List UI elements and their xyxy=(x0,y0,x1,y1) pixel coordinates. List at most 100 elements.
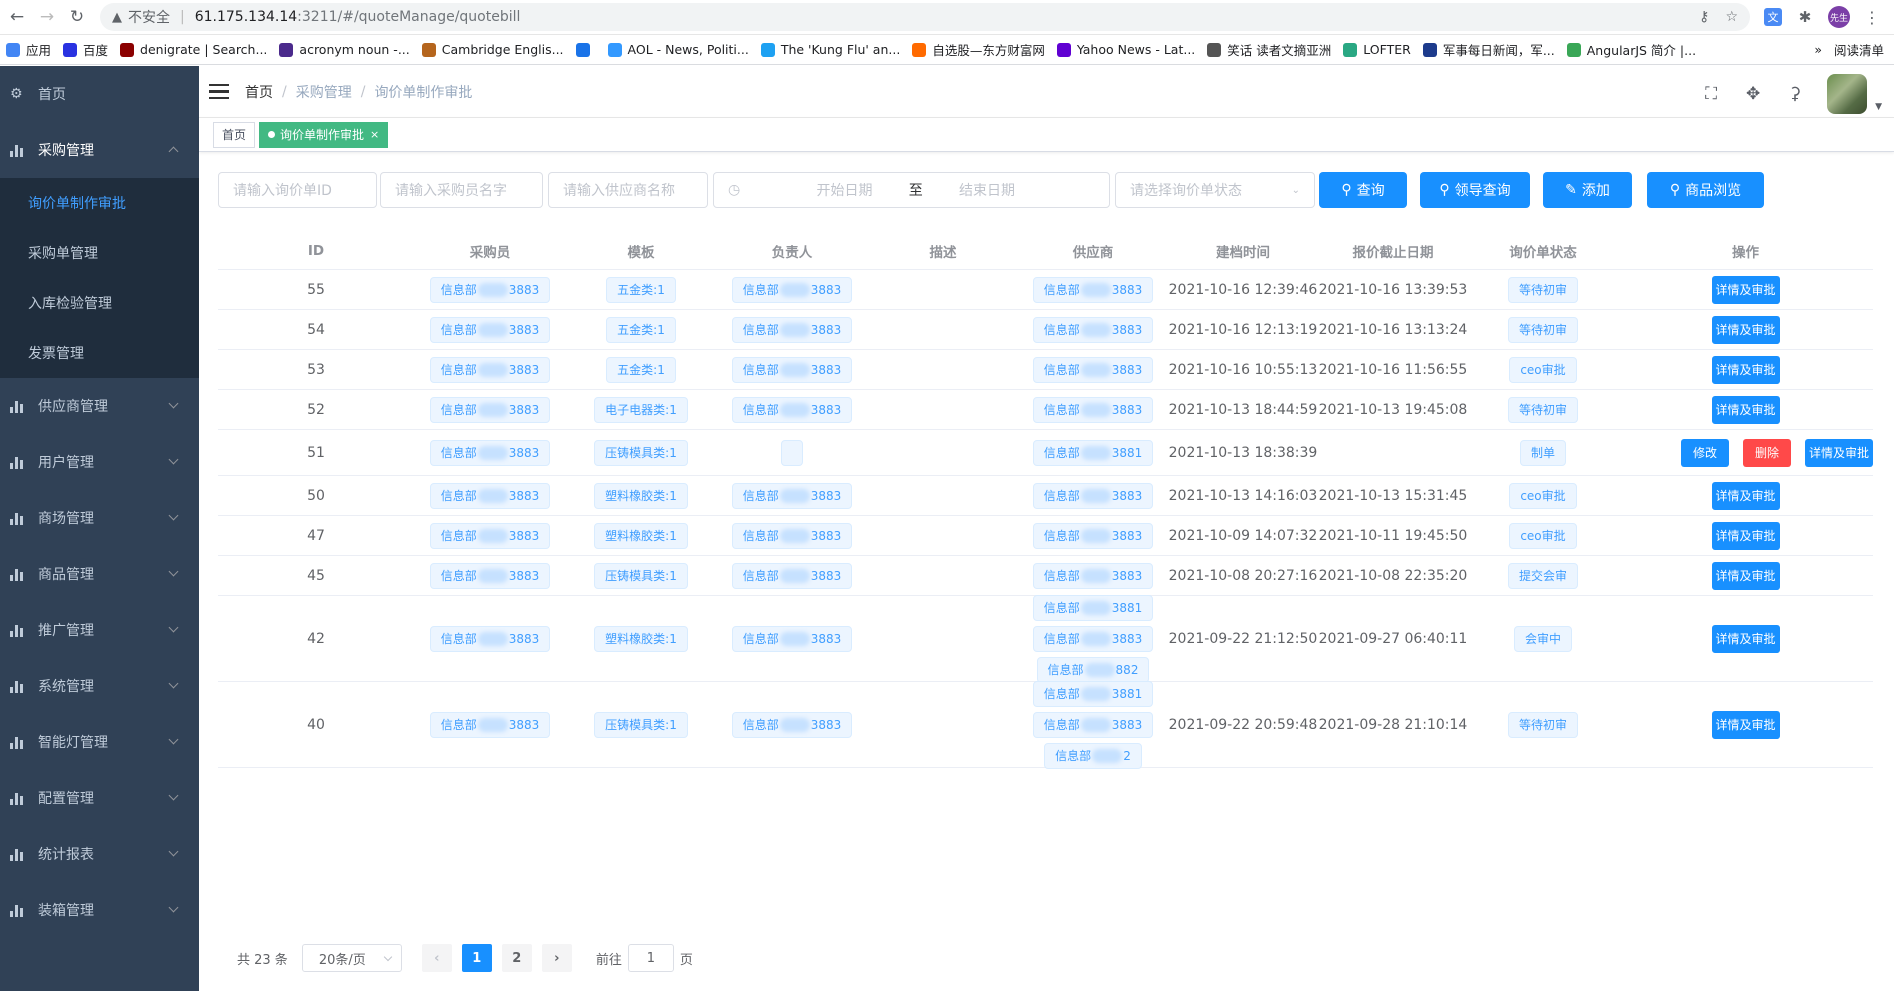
fullscreen-icon[interactable]: ⛶ xyxy=(1701,84,1721,104)
table-row[interactable]: 45 信息部 3883 压铸模具类:1 信息部 3883 信息部 3883 2021-10-08… xyxy=(218,556,1873,596)
prev-page-button[interactable]: ‹ xyxy=(421,944,452,972)
status-select[interactable]: 请选择询价单状态 ⌄ xyxy=(1115,172,1315,208)
supplier-input[interactable]: 请输入供应商名称 xyxy=(548,172,708,208)
back-icon[interactable]: ← xyxy=(4,4,30,30)
leader-query-label: 领导查询 xyxy=(1454,183,1511,199)
delete-button[interactable]: 删除 xyxy=(1743,438,1791,467)
table-row[interactable]: 51 信息部 3883 压铸模具类:1 信息部 3881 2021-10-13 18:38:… xyxy=(218,430,1873,476)
table-row[interactable]: 54 信息部 3883 五金类:1 信息部 3883 信息部 3883 2021-10-16 1… xyxy=(218,310,1873,350)
submenu-item[interactable]: 入库检验管理 xyxy=(0,278,199,328)
detail-approve-button[interactable]: 详情及审批 xyxy=(1711,481,1780,510)
edit-button[interactable]: 修改 xyxy=(1681,438,1729,467)
bookmark-item[interactable]: 自选股—东方财富网 xyxy=(912,40,1045,59)
bookmark-item[interactable]: 百度 xyxy=(63,40,108,59)
detail-approve-button[interactable]: 详情及审批 xyxy=(1711,624,1780,653)
submenu-item[interactable]: 采购单管理 xyxy=(0,228,199,278)
detail-approve-button[interactable]: 详情及审批 xyxy=(1805,438,1873,467)
column-header: 采购员 xyxy=(469,244,511,261)
start-date[interactable]: 开始日期 xyxy=(816,180,872,200)
table-row[interactable]: 40 信息部 3883 压铸模具类:1 信息部 3883 信息部 3881 信息部 3883 信息部… xyxy=(218,680,1873,769)
breadcrumb-home[interactable]: 首页 xyxy=(245,82,273,102)
page-1-button[interactable]: 1 xyxy=(461,944,492,972)
sidebar-item[interactable]: 用户管理 xyxy=(0,434,199,490)
forward-icon[interactable]: → xyxy=(34,4,60,30)
page-size-select[interactable]: 20条/页 xyxy=(301,944,402,972)
reload-icon[interactable]: ↻ xyxy=(64,4,90,30)
goto-label: 前往 xyxy=(595,952,622,968)
page-2-button[interactable]: 2 xyxy=(501,944,532,972)
chart-bar-icon xyxy=(10,679,26,693)
submenu: 询价单制作审批 采购单管理 入库检验管理 发票管理 xyxy=(0,178,199,378)
bookmark-item[interactable]: 应用 xyxy=(6,40,51,59)
detail-approve-button[interactable]: 详情及审批 xyxy=(1711,355,1780,384)
table-row[interactable]: 52 信息部 3883 电子电器类:1 信息部 3883 信息部 3883 2021-10-13… xyxy=(218,390,1873,430)
reading-list[interactable]: 阅读清单 xyxy=(1834,40,1884,59)
bookmark-item[interactable]: denigrate | Search... xyxy=(120,42,267,57)
bookmark-item[interactable]: Yahoo News - Lat... xyxy=(1056,42,1195,57)
detail-approve-button[interactable]: 详情及审批 xyxy=(1711,521,1780,550)
detail-approve-button[interactable]: 详情及审批 xyxy=(1711,561,1780,590)
bookmark-item[interactable]: Cambridge Englis... xyxy=(421,42,564,57)
avatar[interactable] xyxy=(1827,74,1868,114)
sidebar-item[interactable]: 配置管理 xyxy=(0,770,199,826)
id-input[interactable]: 请输入询价单ID xyxy=(218,172,377,208)
detail-approve-button[interactable]: 详情及审批 xyxy=(1711,315,1780,344)
sidebar-item[interactable]: 系统管理 xyxy=(0,658,199,714)
end-date[interactable]: 结束日期 xyxy=(959,180,1015,200)
translate-extension-icon[interactable]: 文 xyxy=(1764,8,1782,26)
bookmark-item[interactable]: LOFTER xyxy=(1343,42,1411,57)
address-bar[interactable]: ▲ 不安全 | 61.175.134.14:3211/#/quoteManage… xyxy=(100,3,1750,31)
sidebar-item[interactable]: 采购管理 xyxy=(0,122,199,178)
bookmark-item[interactable]: AngularJS 简介 |... xyxy=(1566,40,1696,59)
id-cell: 45 xyxy=(307,567,325,584)
more-bookmarks-icon[interactable]: » xyxy=(1814,42,1822,57)
next-page-button[interactable]: › xyxy=(541,944,572,972)
buyer-input[interactable]: 请输入采购员名字 xyxy=(380,172,543,208)
hamburger-icon[interactable] xyxy=(209,83,229,100)
tag-current[interactable]: 询价单制作审批 × xyxy=(259,121,389,148)
sidebar-item[interactable]: 商品管理 xyxy=(0,546,199,602)
sidebar-item[interactable]: 装箱管理 xyxy=(0,882,199,938)
tag-home[interactable]: 首页 xyxy=(213,121,256,148)
sidebar-item-home[interactable]: ⚙ 首页 xyxy=(0,66,199,122)
table-row[interactable]: 50 信息部 3883 塑料橡胶类:1 信息部 3883 信息部 3883 2021-10-13… xyxy=(218,476,1873,516)
table-row[interactable]: 47 信息部 3883 塑料橡胶类:1 信息部 3883 信息部 3883 2021-10-09… xyxy=(218,516,1873,556)
caret-down-icon[interactable]: ▼ xyxy=(1875,102,1882,112)
detail-approve-button[interactable]: 详情及审批 xyxy=(1711,275,1780,304)
sidebar-item[interactable]: 智能灯管理 xyxy=(0,714,199,770)
extensions-icon[interactable]: ✱ xyxy=(1796,8,1814,26)
goto-page-input[interactable]: 1 xyxy=(627,944,674,972)
bookmark-item[interactable]: AOL - News, Politi... xyxy=(607,42,749,57)
date-range-picker[interactable]: ◷ 开始日期 至 结束日期 xyxy=(713,172,1110,208)
sidebar-item[interactable]: 供应商管理 xyxy=(0,378,199,434)
add-button[interactable]: ✎ 添加 xyxy=(1543,172,1632,208)
detail-approve-button[interactable]: 详情及审批 xyxy=(1711,710,1780,739)
leader-query-button[interactable]: ⚲ 领导查询 xyxy=(1420,172,1530,208)
bell-icon[interactable]: ⚳ xyxy=(1785,84,1805,104)
sidebar-item[interactable]: 推广管理 xyxy=(0,602,199,658)
submenu-item[interactable]: 询价单制作审批 xyxy=(0,178,199,228)
detail-approve-button[interactable]: 详情及审批 xyxy=(1711,395,1780,424)
bookmark-item[interactable] xyxy=(575,42,596,57)
sidebar-item[interactable]: 统计报表 xyxy=(0,826,199,882)
resize-icon[interactable]: ✥ xyxy=(1743,84,1763,104)
star-icon[interactable]: ☆ xyxy=(1725,9,1738,25)
profile-avatar[interactable]: 先生 xyxy=(1828,6,1850,28)
table-row[interactable]: 53 信息部 3883 五金类:1 信息部 3883 信息部 3883 2021-10-16 1… xyxy=(218,350,1873,390)
browse-goods-button[interactable]: ⚲ 商品浏览 xyxy=(1647,172,1764,208)
close-icon[interactable]: × xyxy=(370,128,379,141)
query-button-label: 查询 xyxy=(1356,183,1385,199)
bookmark-item[interactable]: 军事每日新闻，军... xyxy=(1422,40,1555,59)
sidebar-item[interactable]: 商场管理 xyxy=(0,490,199,546)
chart-bar-icon xyxy=(10,143,26,157)
bookmark-item[interactable]: acronym noun -... xyxy=(279,42,410,57)
table-row[interactable]: 42 信息部 3883 塑料橡胶类:1 信息部 3883 信息部 3881 信息部 3883 信息部… xyxy=(218,594,1873,683)
query-button[interactable]: ⚲ 查询 xyxy=(1319,172,1407,208)
bookmark-item[interactable]: The 'Kung Flu' an... xyxy=(760,42,900,57)
menu-dots-icon[interactable]: ⋮ xyxy=(1864,8,1880,27)
key-icon[interactable]: ⚷ xyxy=(1699,9,1709,25)
table-row[interactable]: 55 信息部 3883 五金类:1 信息部 3883 信息部 3883 2021-10-16 1… xyxy=(218,270,1873,310)
submenu-item[interactable]: 发票管理 xyxy=(0,328,199,378)
date-separator: 至 xyxy=(908,183,923,199)
bookmark-item[interactable]: 笑话 读者文摘亚洲 xyxy=(1207,40,1331,59)
